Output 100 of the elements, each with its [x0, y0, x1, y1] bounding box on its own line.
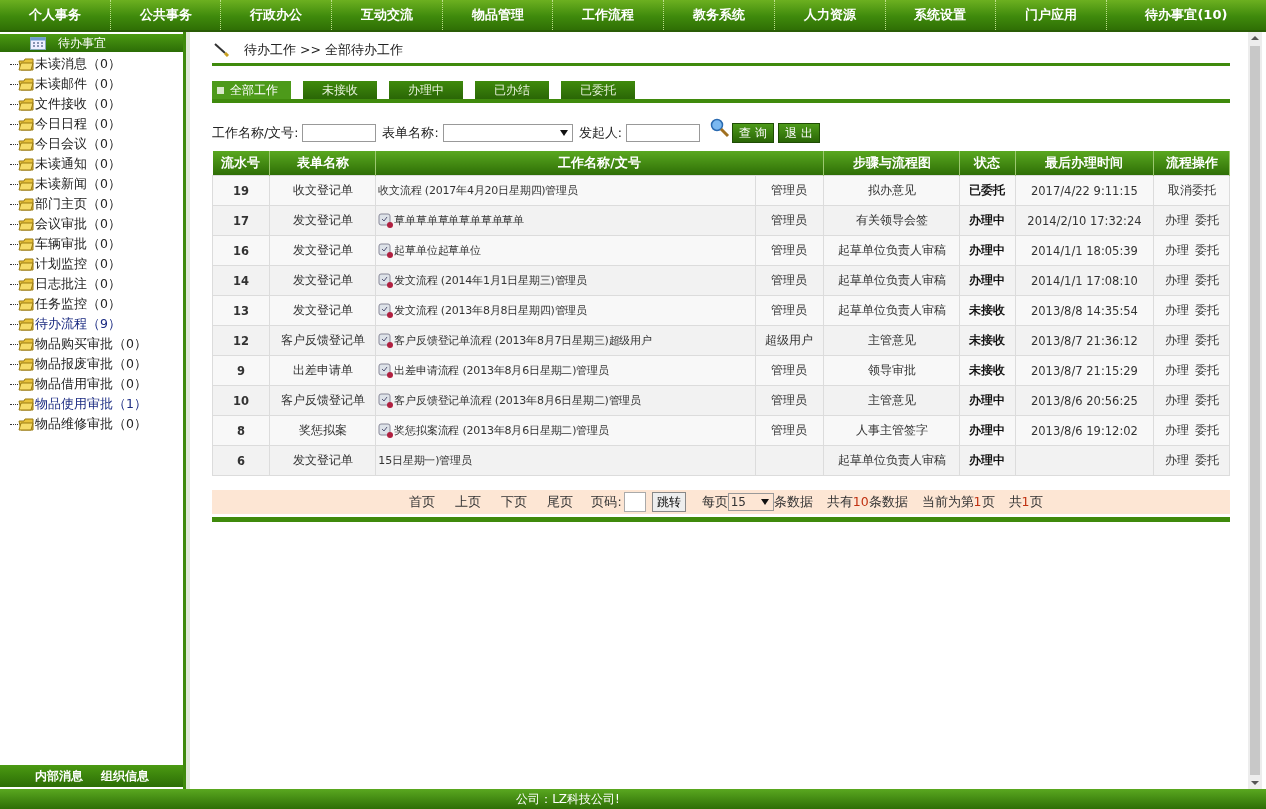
- tree-item[interactable]: 待办流程（9）: [35, 315, 121, 333]
- tab[interactable]: 未接收: [303, 81, 377, 99]
- table-cell: 12: [233, 333, 250, 348]
- page-label: 页码:: [591, 493, 622, 511]
- search-icon[interactable]: [709, 118, 730, 138]
- table-cell: 起草单位负责人审稿: [837, 453, 946, 467]
- search-button[interactable]: 查 询: [731, 123, 774, 143]
- name-input[interactable]: [302, 124, 377, 142]
- table-cell: 9: [237, 363, 246, 378]
- pager-link[interactable]: 首页: [409, 493, 436, 511]
- status-text: 办理中: [969, 453, 1006, 467]
- pager-link[interactable]: 上页: [455, 493, 482, 511]
- folder-icon: [18, 197, 34, 211]
- tree-item[interactable]: 未读消息（0）: [35, 55, 121, 73]
- starter-input[interactable]: [625, 124, 700, 142]
- menu-tab[interactable]: 互动交流: [332, 0, 443, 30]
- tree-item[interactable]: 未读邮件（0）: [35, 75, 121, 93]
- per-page-select[interactable]: 15: [727, 493, 774, 511]
- tree-item[interactable]: 物品报废审批（0）: [35, 355, 147, 373]
- pager-link[interactable]: 下页: [501, 493, 528, 511]
- work-name[interactable]: 起草单位起草单位: [394, 243, 481, 257]
- action-link[interactable]: 委托: [1194, 303, 1219, 317]
- table-cell: 收文登记单: [292, 183, 353, 197]
- table-cell: 管理员: [771, 243, 808, 257]
- work-name[interactable]: 15日星期一)管理员: [378, 454, 472, 467]
- table-cell: 发文登记单: [292, 273, 353, 287]
- table-cell: 管理员: [771, 303, 808, 317]
- action-link[interactable]: 委托: [1194, 273, 1219, 287]
- action-link[interactable]: 委托: [1194, 243, 1219, 257]
- pager-link[interactable]: 尾页: [547, 493, 574, 511]
- menu-tab[interactable]: 人力资源: [774, 0, 886, 30]
- action-link[interactable]: 委托: [1194, 393, 1219, 407]
- field-label: 工作名称/文号:: [212, 124, 299, 142]
- action-link[interactable]: 办理: [1164, 273, 1189, 287]
- action-link[interactable]: 办理: [1164, 393, 1189, 407]
- action-link[interactable]: 办理: [1164, 423, 1189, 437]
- sidebar-tab[interactable]: 内部消息: [34, 767, 83, 785]
- tree-item[interactable]: 物品借用审批（0）: [35, 375, 147, 393]
- action-link[interactable]: 办理: [1164, 303, 1189, 317]
- menu-tab[interactable]: 工作流程: [553, 0, 665, 30]
- table-cell: 超级用户: [765, 333, 814, 347]
- table-cell: 2014/1/1 18:05:39: [1030, 243, 1138, 258]
- table-cell: 17: [233, 213, 250, 228]
- menu-tab[interactable]: 行政办公: [221, 0, 333, 30]
- tree-item[interactable]: 今日会议（0）: [35, 135, 121, 153]
- tree-item[interactable]: 会议审批（0）: [35, 215, 121, 233]
- table-cell: 13: [233, 303, 250, 318]
- table-cell: 奖惩拟案: [298, 423, 347, 437]
- tree-item[interactable]: 计划监控（0）: [35, 255, 121, 273]
- tab[interactable]: 已办结: [475, 81, 549, 99]
- menu-tab[interactable]: 系统设置: [885, 0, 997, 30]
- sidebar-title: 待办事宜: [58, 34, 106, 52]
- action-link[interactable]: 委托: [1194, 213, 1219, 227]
- tree-item[interactable]: 物品使用审批（1）: [35, 395, 147, 413]
- status-text: 未接收: [969, 363, 1006, 377]
- form-select[interactable]: [442, 124, 573, 142]
- table-cell: 发文登记单: [292, 213, 353, 227]
- tab[interactable]: 全部工作: [212, 81, 291, 99]
- menu-tab[interactable]: 个人事务: [0, 0, 111, 30]
- action-link[interactable]: 委托: [1194, 453, 1219, 467]
- scrollbar-thumb[interactable]: [1250, 46, 1260, 775]
- folder-icon: [18, 177, 34, 191]
- tree-item[interactable]: 未读新闻（0）: [35, 175, 121, 193]
- action-link[interactable]: 办理: [1164, 243, 1189, 257]
- action-link[interactable]: 委托: [1194, 363, 1219, 377]
- go-button[interactable]: 跳转: [651, 492, 686, 512]
- work-name[interactable]: 草单草单草单草单草单草单: [394, 213, 524, 227]
- action-link[interactable]: 委托: [1194, 423, 1219, 437]
- tree-item[interactable]: 文件接收（0）: [35, 95, 121, 113]
- tab[interactable]: 办理中: [389, 81, 463, 99]
- column-header: 流水号: [212, 151, 270, 176]
- action-link[interactable]: 办理: [1164, 333, 1189, 347]
- menu-tab[interactable]: 待办事宜(10): [1106, 0, 1266, 30]
- menu-tab[interactable]: 教务系统: [664, 0, 775, 30]
- tree-item[interactable]: 车辆审批（0）: [35, 235, 121, 253]
- sidebar-tab[interactable]: 组织信息: [100, 767, 149, 785]
- folder-icon: [18, 357, 34, 371]
- action-link[interactable]: 办理: [1164, 453, 1189, 467]
- scrollbar[interactable]: [1248, 32, 1262, 789]
- tree-item[interactable]: 物品维修审批（0）: [35, 415, 147, 433]
- menu-tab[interactable]: 公共事务: [110, 0, 222, 30]
- tree-item[interactable]: 部门主页（0）: [35, 195, 121, 213]
- column-header: 状态: [959, 151, 1016, 176]
- tree-item[interactable]: 物品购买审批（0）: [35, 335, 147, 353]
- action-link[interactable]: 办理: [1164, 213, 1189, 227]
- menu-tab[interactable]: 物品管理: [442, 0, 554, 30]
- action-link[interactable]: 办理: [1164, 363, 1189, 377]
- page-input[interactable]: [623, 492, 646, 512]
- tree-item[interactable]: 任务监控（0）: [35, 295, 121, 313]
- column-header: 步骤与流程图: [823, 151, 960, 176]
- table-cell: 19: [233, 183, 250, 198]
- exit-button[interactable]: 退 出: [777, 123, 820, 143]
- tab[interactable]: 已委托: [561, 81, 635, 99]
- tree-item[interactable]: 日志批注（0）: [35, 275, 121, 293]
- calendar-icon: [30, 36, 46, 50]
- tree-item[interactable]: 未读通知（0）: [35, 155, 121, 173]
- tree-item[interactable]: 今日日程（0）: [35, 115, 121, 133]
- table-cell: 发文登记单: [292, 453, 353, 467]
- action-link[interactable]: 委托: [1194, 333, 1219, 347]
- menu-tab[interactable]: 门户应用: [996, 0, 1107, 30]
